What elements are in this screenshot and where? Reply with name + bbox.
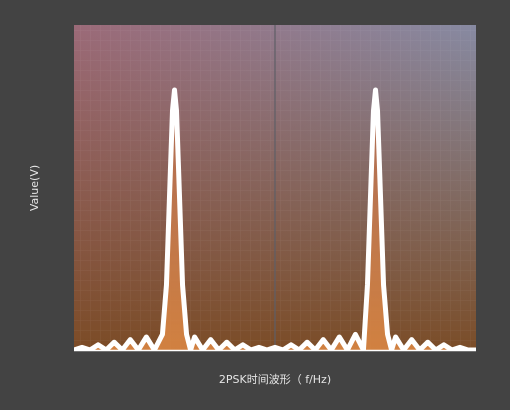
data-point xyxy=(366,284,369,286)
data-point xyxy=(370,167,373,169)
y-axis-label: Value(V) xyxy=(28,165,41,211)
data-point xyxy=(185,333,188,335)
waveform-chart: 2PSK时间波形（ f/Hz) Value(V) xyxy=(28,25,476,386)
data-point xyxy=(113,341,115,343)
data-point xyxy=(395,336,397,338)
data-point xyxy=(443,344,445,346)
data-point xyxy=(173,89,176,91)
data-point xyxy=(171,110,174,112)
data-point xyxy=(81,346,83,348)
chart-container: 2PSK时间波形（ f/Hz) Value(V) xyxy=(0,0,510,410)
data-point xyxy=(376,110,379,112)
data-point xyxy=(459,346,461,348)
data-point xyxy=(181,284,184,286)
data-point xyxy=(374,89,377,91)
data-point xyxy=(129,339,131,341)
data-point xyxy=(169,167,172,169)
data-point xyxy=(354,333,356,335)
data-point xyxy=(290,344,292,346)
data-point xyxy=(226,341,228,343)
data-point xyxy=(194,336,196,338)
data-point xyxy=(306,341,308,343)
x-axis-label: 2PSK时间波形（ f/Hz) xyxy=(219,373,331,386)
data-point xyxy=(427,341,429,343)
data-point xyxy=(97,344,99,346)
data-point xyxy=(161,333,164,335)
data-point xyxy=(242,344,244,346)
data-point xyxy=(258,346,260,348)
data-point xyxy=(338,336,340,338)
data-point xyxy=(175,110,178,112)
data-point xyxy=(411,339,413,341)
data-point xyxy=(378,167,381,169)
data-point xyxy=(386,333,389,335)
data-point xyxy=(145,336,147,338)
data-point xyxy=(322,339,324,341)
plot-area xyxy=(74,25,476,352)
data-point xyxy=(274,346,276,348)
data-point xyxy=(165,284,168,286)
data-point xyxy=(372,110,375,112)
data-point xyxy=(382,284,385,286)
data-point xyxy=(210,339,212,341)
data-point xyxy=(177,167,180,169)
